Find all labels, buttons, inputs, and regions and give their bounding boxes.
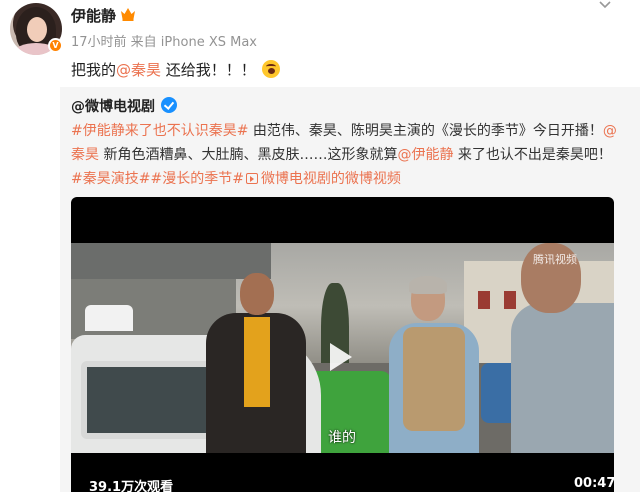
scene-person-vest: [403, 327, 465, 431]
view-count: 39.1万次观看: [89, 480, 174, 492]
repost-line-2: 秦昊 新角色酒糟鼻、大肚腩、黑皮肤……这形象就算@伊能静 来了也认不出是秦昊吧！: [71, 143, 633, 167]
weibo-post: V 伊能静 17小时前 来自 iPhone XS Max 把我的@秦昊 还给我！…: [0, 0, 640, 492]
avatar-face: [27, 17, 47, 42]
repost-text: 由范伟、秦昊、陈明昊主演的《漫长的季节》今日开播！: [248, 123, 603, 139]
hashtag-link[interactable]: #漫长的季节#: [150, 171, 243, 187]
scene-person-body: [511, 303, 614, 453]
post-meta: 17小时前 来自 iPhone XS Max: [71, 35, 257, 50]
scene-person-right: [511, 243, 614, 453]
scene-person-head: [240, 273, 274, 315]
scene-person-left: [206, 273, 306, 453]
username[interactable]: 伊能静: [71, 5, 116, 26]
blue-v-icon: [161, 97, 177, 113]
hashtag-link[interactable]: #伊能静来了也不认识秦昊#: [71, 123, 248, 139]
mention-link[interactable]: 秦昊: [71, 147, 99, 163]
scene-person-hair: [409, 276, 447, 294]
repost-line-3: #秦昊演技##漫长的季节# 微博电视剧的微博视频: [71, 167, 633, 191]
scene-person-shirt: [244, 317, 270, 407]
repost-body: #伊能静来了也不认识秦昊# 由范伟、秦昊、陈明昊主演的《漫长的季节》今日开播！@…: [71, 119, 633, 191]
video-duration: 00:47: [574, 476, 614, 491]
post-text-suffix: 还给我！！！: [161, 61, 256, 79]
video-link[interactable]: 微博电视剧的微博视频: [261, 171, 401, 187]
post-text-prefix: 把我的: [71, 61, 117, 79]
crown-icon: [121, 8, 135, 21]
reposted-content[interactable]: @微博电视剧 #伊能静来了也不认识秦昊# 由范伟、秦昊、陈明昊主演的《漫长的季节…: [60, 87, 640, 492]
repost-text: 新角色酒糟鼻、大肚腩、黑皮肤……这形象就算: [99, 147, 398, 163]
scene-taxi-sign: [85, 305, 133, 331]
hashtag-link[interactable]: #秦昊演技#: [71, 171, 150, 187]
chevron-down-icon[interactable]: [597, 0, 613, 10]
play-icon[interactable]: [330, 343, 352, 371]
repost-line-1: #伊能静来了也不认识秦昊# 由范伟、秦昊、陈明昊主演的《漫长的季节》今日开播！@: [71, 119, 633, 143]
mention-link[interactable]: @秦昊: [116, 61, 161, 79]
mention-link[interactable]: @伊能静: [397, 147, 453, 163]
scene-window: [478, 291, 490, 309]
post-text: 把我的@秦昊 还给我！！！: [71, 59, 280, 80]
video-subtitle: 谁的: [328, 430, 356, 446]
repost-text: 来了也认不出是秦昊吧！: [453, 147, 612, 163]
repost-author[interactable]: @微博电视剧: [71, 96, 155, 116]
video-player[interactable]: 腾讯视频 谁的 39.1万次观看 00:47: [71, 197, 614, 492]
video-link-icon: [245, 173, 258, 184]
scene-person-middle: [389, 276, 479, 453]
mention-link[interactable]: @: [603, 123, 617, 139]
video-watermark: 腾讯视频: [533, 253, 577, 266]
verified-badge-icon: V: [48, 38, 63, 53]
scream-emoji-icon: [261, 60, 280, 78]
